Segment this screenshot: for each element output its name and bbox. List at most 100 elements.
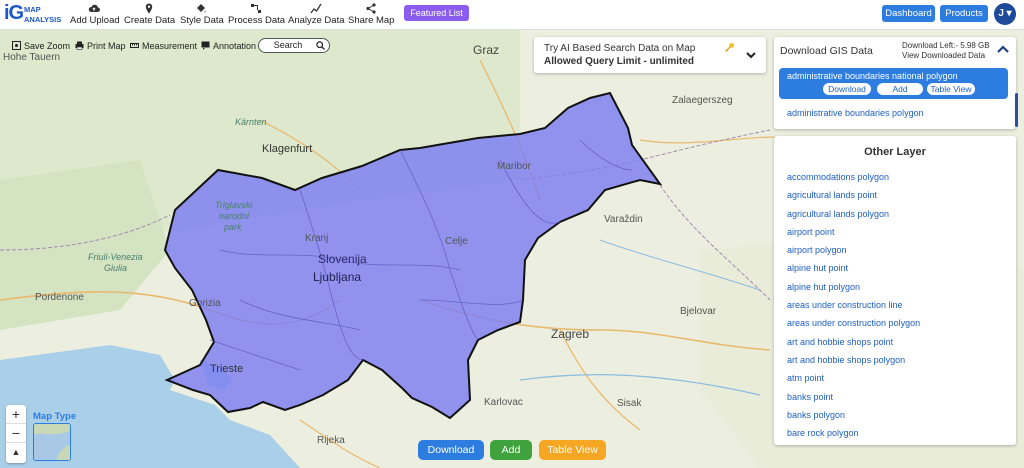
share-icon: [366, 3, 376, 14]
ai-query-limit: Allowed Query Limit - unlimited: [544, 56, 695, 67]
zoom-out-button[interactable]: −: [6, 424, 26, 443]
products-button[interactable]: Products: [940, 5, 988, 22]
search-result-item[interactable]: administrative boundaries polygon: [787, 108, 924, 118]
download-gis-panel: Download GIS Data Download Left:- 5.98 G…: [774, 37, 1016, 129]
cloud-upload-icon: [88, 4, 100, 13]
layer-item-art-and-hobbie-shops-polygon[interactable]: art and hobbie shops polygon: [787, 355, 920, 373]
search-icon: [316, 41, 325, 50]
layer-item-agricultural-lands-polygon[interactable]: agricultural lands polygon: [787, 209, 920, 227]
view-downloaded-link[interactable]: View Downloaded Data: [902, 51, 985, 60]
layer-item-banks-point[interactable]: banks point: [787, 392, 920, 410]
map-label-zalaegerszeg: Zalaegerszeg: [672, 95, 733, 106]
nav-style-data[interactable]: Style Data: [180, 3, 224, 27]
nav-process-data[interactable]: Process Data: [228, 3, 286, 27]
paint-bucket-icon: [197, 4, 206, 13]
layer-item-alpine-hut-polygon[interactable]: alpine hut polygon: [787, 282, 920, 300]
user-initial: J: [998, 8, 1004, 19]
layer-download-button[interactable]: Download: [823, 83, 871, 95]
map-label-ljubljana: Ljubljana: [313, 270, 362, 284]
top-toolbar: iG MAP ANALYSIS Add Upload Create Data S…: [0, 0, 1024, 30]
other-layer-list: accommodations polygon agricultural land…: [787, 172, 920, 445]
map-search-label: Search: [273, 40, 303, 50]
map-label-slovenija: Slovenija: [318, 252, 367, 266]
map-thumbnail-image: [34, 424, 70, 460]
map-label-graz: Graz: [473, 43, 500, 57]
analyze-icon: [310, 3, 322, 14]
map-label-celje: Celje: [445, 236, 468, 247]
map-label-klagenfurt: Klagenfurt: [262, 143, 313, 155]
layer-item-bare-rock-polygon[interactable]: bare rock polygon: [787, 428, 920, 445]
logo-text-top: MAP: [24, 5, 41, 14]
ai-search-title: Try AI Based Search Data on Map: [544, 43, 696, 54]
annotation-tool[interactable]: Annotation: [201, 38, 256, 54]
download-button[interactable]: Download: [418, 440, 484, 460]
other-layer-panel: Other Layer accommodations polygon agric…: [774, 136, 1016, 445]
zoom-control: + − ▲: [6, 405, 26, 463]
gis-panel-title: Download GIS Data: [780, 45, 873, 57]
download-left-status: Download Left:- 5.98 GB: [902, 41, 990, 50]
logo-mark: iG: [4, 2, 24, 24]
map-label-karlovac: Karlovac: [484, 397, 523, 408]
selected-layer-name: administrative boundaries national polyg…: [787, 71, 958, 81]
process-icon: [251, 4, 261, 13]
key-icon: [725, 43, 734, 52]
layer-table-view-button[interactable]: Table View: [927, 83, 975, 95]
printer-icon: [75, 41, 84, 50]
layer-item-alpine-hut-point[interactable]: alpine hut point: [787, 263, 920, 281]
nav-process-data-label: Process Data: [228, 15, 286, 26]
featured-list-button[interactable]: Featured List: [404, 5, 469, 21]
nav-style-data-label: Style Data: [180, 15, 224, 26]
selected-layer-card[interactable]: administrative boundaries national polyg…: [779, 68, 1008, 99]
map-label-karnten: Kärnten: [235, 117, 267, 127]
user-avatar[interactable]: J ▾: [994, 3, 1016, 25]
layer-item-atm-point[interactable]: atm point: [787, 373, 920, 391]
map-label-varazdin: Varaždin: [604, 214, 643, 225]
nav-analyze-data[interactable]: Analyze Data: [288, 3, 345, 27]
nav-create-data-label: Create Data: [124, 15, 176, 26]
nav-analyze-data-label: Analyze Data: [288, 15, 345, 26]
print-map-tool[interactable]: Print Map: [75, 38, 126, 54]
zoom-in-button[interactable]: +: [6, 405, 26, 424]
panel-scrollbar[interactable]: [1015, 93, 1018, 127]
map-label-bjelovar: Bjelovar: [680, 306, 717, 317]
nav-share-map[interactable]: Share Map: [348, 3, 394, 27]
chevron-up-icon[interactable]: [996, 43, 1010, 55]
measurement-tool[interactable]: Measurement: [130, 38, 197, 54]
map-label-pordenone: Pordenone: [35, 292, 84, 303]
layer-item-areas-under-construction-polygon[interactable]: areas under construction polygon: [787, 318, 920, 336]
layer-item-airport-point[interactable]: airport point: [787, 227, 920, 245]
nav-add-upload-label: Add Upload: [70, 15, 120, 26]
layer-item-art-and-hobbie-shops-point[interactable]: art and hobbie shops point: [787, 337, 920, 355]
layer-item-banks-polygon[interactable]: banks polygon: [787, 410, 920, 428]
dashboard-button[interactable]: Dashboard: [882, 5, 935, 22]
chevron-down-icon[interactable]: [742, 46, 760, 64]
map-label-gorizia: Gorizia: [189, 298, 221, 309]
save-zoom-label: Save Zoom: [24, 41, 71, 51]
save-zoom-tool[interactable]: Save Zoom: [12, 38, 70, 54]
ruler-icon: [130, 43, 139, 48]
ai-search-box[interactable]: Try AI Based Search Data on Map Allowed …: [534, 37, 766, 73]
map-label-zagreb: Zagreb: [551, 327, 590, 341]
reset-north-button[interactable]: ▲: [6, 443, 26, 462]
add-button[interactable]: Add: [490, 440, 532, 460]
app-logo[interactable]: iG MAP ANALYSIS: [4, 2, 66, 28]
crosshair-icon: [12, 41, 21, 50]
map-label-kranj: Kranj: [305, 233, 329, 244]
logo-text-bottom: ANALYSIS: [24, 15, 62, 24]
layer-item-agricultural-lands-point[interactable]: agricultural lands point: [787, 190, 920, 208]
map-label-triglav-3: park: [224, 222, 242, 232]
layer-add-button[interactable]: Add: [877, 83, 923, 95]
layer-item-areas-under-construction-line[interactable]: areas under construction line: [787, 300, 920, 318]
map-label-rijeka: Rijeka: [317, 435, 345, 446]
map-label-sisak: Sisak: [617, 398, 642, 409]
map-label-maribor: Maribor: [497, 161, 531, 172]
nav-create-data[interactable]: Create Data: [124, 3, 176, 27]
nav-add-upload[interactable]: Add Upload: [70, 3, 120, 27]
layer-item-airport-polygon[interactable]: airport polygon: [787, 245, 920, 263]
other-layer-title: Other Layer: [864, 146, 926, 158]
layer-item-accommodations-polygon[interactable]: accommodations polygon: [787, 172, 920, 190]
map-search-input[interactable]: Search: [258, 38, 330, 53]
map-label-friuli-1: Friuli-Venezia: [88, 252, 143, 262]
table-view-button[interactable]: Table View: [539, 440, 606, 460]
map-type-thumbnail[interactable]: [33, 423, 71, 461]
